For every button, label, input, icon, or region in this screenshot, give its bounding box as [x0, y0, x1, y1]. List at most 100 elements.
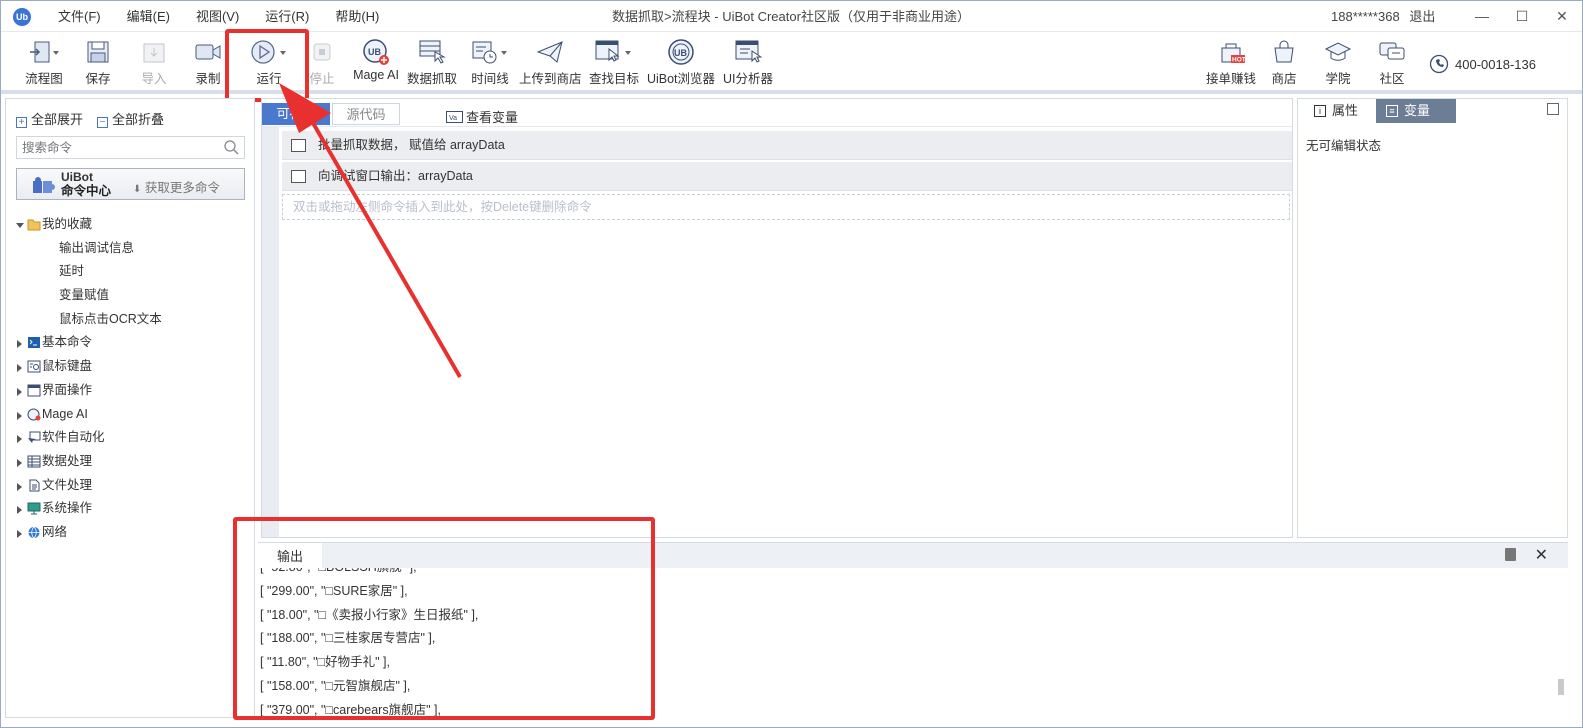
expand-all-button[interactable]: + 全部展开 — [16, 109, 83, 128]
properties-panel: i 属性 ≡ 变量 无可编辑状态 — [1297, 98, 1568, 538]
tab-properties[interactable]: i 属性 — [1304, 99, 1378, 123]
logout-link[interactable]: 退出 — [1409, 9, 1435, 24]
tree-node-ui-operations[interactable]: 界面操作 — [14, 379, 250, 403]
monitor-icon — [27, 502, 41, 515]
paper-plane-icon — [536, 41, 563, 63]
minus-box-icon: − — [97, 117, 109, 128]
community-button[interactable]: 社区 — [1375, 38, 1409, 88]
data-scrape-button[interactable]: 数据抓取 — [407, 38, 457, 88]
flowchart-icon — [30, 41, 59, 63]
tree-label: 网络 — [42, 524, 68, 539]
tree-label: 我的收藏 — [42, 217, 93, 231]
tree-item-debug-output[interactable]: 输出调试信息 — [14, 237, 250, 261]
flowchart-label: 流程图 — [25, 72, 63, 86]
output-highlight-box — [233, 517, 655, 720]
output-scrollbar[interactable] — [1558, 679, 1564, 695]
timeline-button[interactable]: 时间线 — [466, 38, 514, 88]
tree-item-assign-variable[interactable]: 变量赋值 — [14, 284, 250, 308]
store-label: 商店 — [1271, 72, 1297, 86]
menu-file[interactable]: 文件(F) — [45, 1, 114, 32]
maximize-button[interactable]: ☐ — [1502, 1, 1542, 32]
collapsed-arrow-icon — [17, 411, 22, 420]
tree-node-favorites[interactable]: 我的收藏 — [14, 213, 250, 237]
stop-icon — [313, 43, 331, 61]
phone-number: 400-0018-136 — [1455, 56, 1536, 72]
trash-icon[interactable] — [1505, 548, 1516, 561]
menu-bar: 文件(F) 编辑(E) 视图(V) 运行(R) 帮助(H) — [45, 1, 392, 32]
command-search-input[interactable] — [17, 137, 217, 158]
tab-variables-label: 变量 — [1404, 103, 1431, 118]
save-icon — [87, 41, 109, 63]
academy-button[interactable]: 学院 — [1321, 38, 1355, 88]
puzzle-icon — [33, 177, 55, 193]
mage-ai-icon: UB — [363, 39, 389, 65]
variable-list-icon: ≡ — [1386, 105, 1398, 117]
upload-store-label: 上传到商店 — [519, 72, 582, 86]
earn-orders-label: 接单赚钱 — [1206, 72, 1257, 86]
menu-help[interactable]: 帮助(H) — [322, 1, 392, 32]
window-icon — [27, 384, 41, 397]
tree-node-mouse-keyboard[interactable]: 鼠标键盘 — [14, 355, 250, 379]
tree-label: 软件自动化 — [42, 430, 105, 445]
earn-orders-button[interactable]: HOT 接单赚钱 — [1206, 38, 1256, 88]
annotation-arrow — [279, 83, 462, 379]
window-title: 数据抓取>流程块 - UiBot Creator社区版（仅用于非商业用途） — [612, 9, 970, 24]
command-center-title: UiBot — [61, 170, 93, 184]
collapse-all-label: 全部折叠 — [112, 112, 165, 127]
graduation-cap-icon — [1324, 42, 1352, 61]
properties-state: 无可编辑状态 — [1306, 139, 1382, 153]
menu-run[interactable]: 运行(R) — [252, 1, 322, 32]
minimize-button[interactable]: — — [1462, 1, 1502, 32]
tree-node-data-processing[interactable]: 数据处理 — [14, 450, 250, 474]
collapsed-arrow-icon — [17, 340, 22, 349]
find-target-button[interactable]: 查找目标 — [589, 38, 639, 88]
chat-bubbles-icon — [1379, 42, 1405, 60]
terminal-icon — [28, 337, 40, 349]
tree-node-system-operations[interactable]: 系统操作 — [14, 497, 250, 521]
get-more-commands[interactable]: ⬇ 获取更多命令 — [133, 177, 220, 196]
ui-analyzer-button[interactable]: UI分析器 — [723, 38, 773, 88]
store-button[interactable]: 商店 — [1267, 38, 1301, 88]
tree-node-software-automation[interactable]: 软件自动化 — [14, 426, 250, 450]
collapsed-arrow-icon — [17, 458, 22, 467]
menu-view[interactable]: 视图(V) — [183, 1, 252, 32]
tree-item-delay[interactable]: 延时 — [14, 260, 250, 284]
close-icon[interactable]: ✕ — [1535, 545, 1548, 565]
tree-item-click-ocr[interactable]: 鼠标点击OCR文本 — [14, 308, 250, 332]
upload-store-button[interactable]: 上传到商店 — [519, 38, 582, 88]
app-window: Ub 文件(F) 编辑(E) 视图(V) 运行(R) 帮助(H) 数据抓取>流程… — [0, 0, 1583, 728]
save-button[interactable]: 保存 — [81, 38, 115, 88]
command-center-button[interactable]: UiBot 命令中心 ⬇ 获取更多命令 — [16, 168, 245, 200]
expand-panel-icon[interactable] — [1547, 103, 1559, 115]
mage-ai-button[interactable]: UB Mage AI — [351, 38, 401, 88]
mage-ai-label: Mage AI — [353, 68, 399, 82]
tab-variables[interactable]: ≡ 变量 — [1376, 99, 1456, 123]
uibot-browser-label: UiBot浏览器 — [646, 72, 716, 86]
timeline-label: 时间线 — [471, 72, 509, 86]
command-panel: + 全部展开 −全部折叠 UiBot 命令中心 ⬇ 获取更多命令 我的收藏 输出调… — [5, 98, 255, 718]
command-center-subtitle: 命令中心 — [61, 184, 112, 198]
tree-node-basic[interactable]: 基本命令 — [14, 331, 250, 355]
store-bag-icon — [1274, 40, 1294, 63]
close-window-button[interactable]: ✕ — [1542, 1, 1582, 32]
tree-label: 界面操作 — [42, 382, 93, 397]
flowchart-button[interactable]: 流程图 — [19, 38, 69, 88]
import-button[interactable]: 导入 — [137, 38, 171, 88]
tree-node-network[interactable]: 网络 — [14, 521, 250, 545]
tree-node-mage-ai[interactable]: Mage AI — [14, 403, 250, 427]
expand-collapse-row: + 全部展开 − 全部折叠 — [16, 109, 164, 128]
tree-label: 鼠标键盘 — [42, 359, 93, 374]
search-icon[interactable] — [224, 140, 239, 155]
uibot-browser-button[interactable]: UB UiBot浏览器 — [645, 38, 717, 88]
table-icon — [27, 455, 41, 468]
tree-label: 系统操作 — [42, 501, 93, 516]
save-label: 保存 — [85, 72, 111, 86]
record-button[interactable]: 录制 — [191, 38, 225, 88]
stop-button[interactable]: 停止 — [305, 38, 339, 88]
tree-label: 文件处理 — [42, 477, 93, 492]
tree-node-file-processing[interactable]: 文件处理 — [14, 474, 250, 498]
find-target-icon — [595, 40, 631, 62]
collapse-all-button[interactable]: − 全部折叠 — [97, 109, 164, 128]
import-label: 导入 — [141, 72, 167, 86]
menu-edit[interactable]: 编辑(E) — [114, 1, 183, 32]
